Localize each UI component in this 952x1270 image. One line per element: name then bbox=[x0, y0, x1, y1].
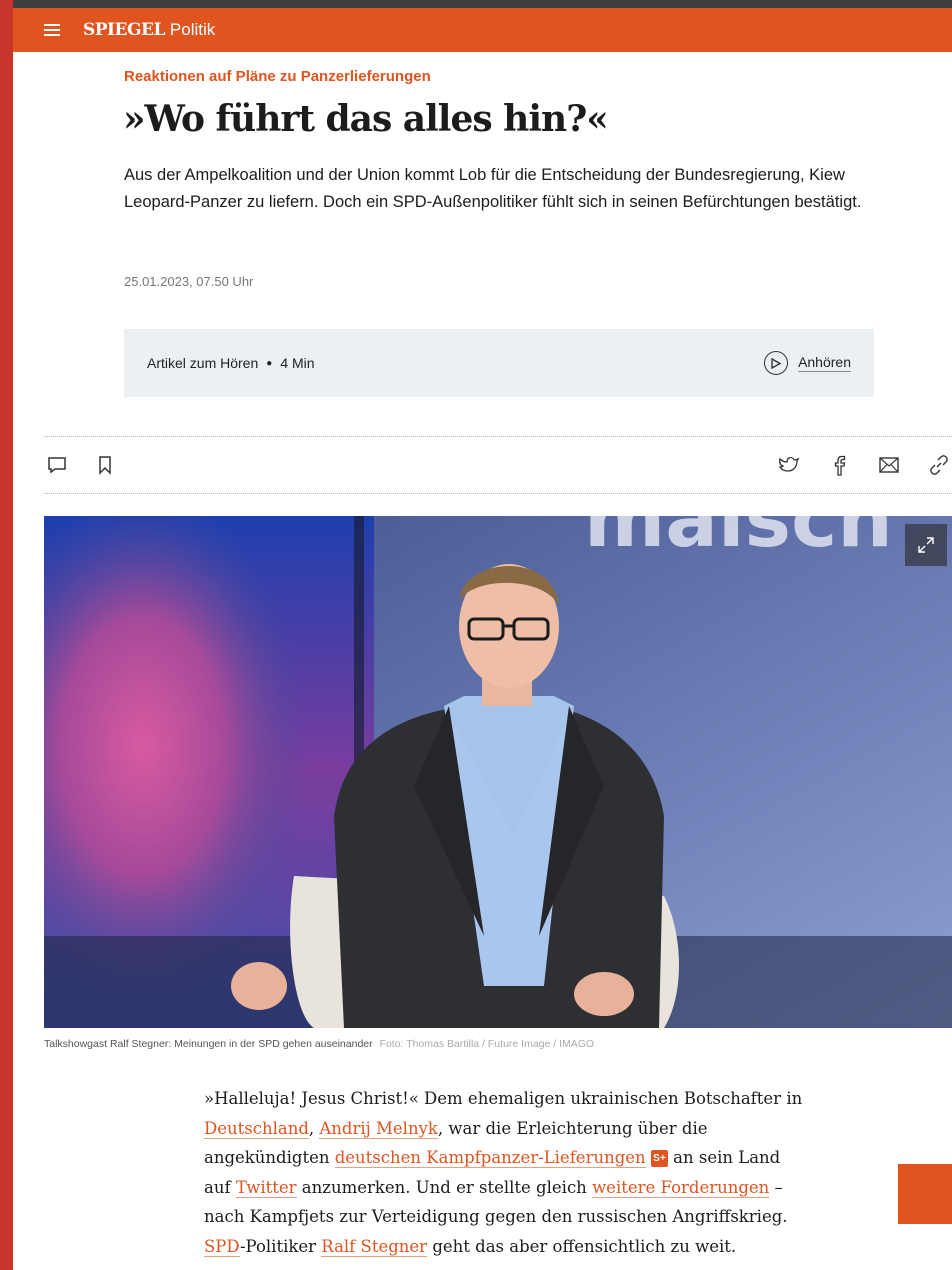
caption-text: Talkshowgast Ralf Stegner: Meinungen in … bbox=[44, 1038, 373, 1050]
body-text-5: anzumerken. Und er stellte gleich bbox=[296, 1177, 593, 1197]
photo-credit: Foto: Thomas Bartilla / Future Image / I… bbox=[379, 1038, 595, 1050]
link-twitter[interactable]: Twitter bbox=[235, 1177, 297, 1198]
article-body: »Halleluja! Jesus Christ!« Dem ehemalige… bbox=[204, 1084, 804, 1261]
mail-icon[interactable] bbox=[876, 452, 902, 478]
window-left-border bbox=[0, 0, 13, 1270]
article-page: Reaktionen auf Pläne zu Panzerlieferunge… bbox=[13, 52, 952, 1270]
top-navigation-bar: SPIEGEL Politik bbox=[13, 8, 952, 52]
expand-icon[interactable] bbox=[905, 524, 947, 566]
link-kampfpanzer-lieferungen[interactable]: deutschen Kampfpanzer-Lieferungen bbox=[334, 1148, 646, 1168]
spiegel-plus-badge: S+ bbox=[650, 1150, 668, 1167]
body-text-1: »Halleluja! Jesus Christ!« Dem ehemalige… bbox=[204, 1089, 803, 1108]
listen-label: Anhören bbox=[798, 354, 851, 372]
audio-duration: 4 Min bbox=[280, 355, 315, 371]
divider-bottom bbox=[44, 493, 952, 494]
link-andrij-melnyk[interactable]: Andrij Melnyk bbox=[319, 1118, 438, 1139]
photo-caption: Talkshowgast Ralf Stegner: Meinungen in … bbox=[44, 1038, 594, 1050]
listen-button[interactable]: Anhören bbox=[764, 351, 851, 375]
article-toolbar bbox=[44, 450, 952, 480]
article-date: 25.01.2023, 07.50 Uhr bbox=[124, 274, 254, 289]
article-teaser: Aus der Ampelkoalition und der Union kom… bbox=[124, 166, 862, 211]
bookmark-icon[interactable] bbox=[92, 452, 118, 478]
link-icon[interactable] bbox=[926, 452, 952, 478]
body-text-2: , bbox=[308, 1118, 320, 1138]
link-weitere-forderungen[interactable]: weitere Forderungen bbox=[592, 1177, 770, 1198]
facebook-icon[interactable] bbox=[826, 452, 852, 478]
twitter-icon[interactable] bbox=[776, 452, 802, 478]
studio-backdrop-text: maisch bbox=[584, 516, 893, 565]
link-deutschland[interactable]: Deutschland bbox=[204, 1118, 309, 1139]
audio-player: Artikel zum Hören ● 4 Min Anhören bbox=[124, 329, 874, 397]
body-text-7: -Politiker bbox=[239, 1236, 322, 1256]
comment-icon[interactable] bbox=[44, 452, 70, 478]
photo-illustration: maisch bbox=[44, 516, 952, 1028]
body-text-8: geht das aber offensichtlich zu weit. bbox=[427, 1236, 737, 1256]
article-photo[interactable]: maisch bbox=[44, 516, 952, 1028]
divider-top bbox=[44, 436, 952, 437]
brand-logo[interactable]: SPIEGEL bbox=[83, 20, 165, 40]
menu-icon[interactable] bbox=[44, 24, 62, 36]
play-icon bbox=[764, 351, 789, 375]
link-spd[interactable]: SPD bbox=[204, 1236, 240, 1257]
article-headline: »Wo führt das alles hin?« bbox=[123, 98, 609, 140]
article-kicker: Reaktionen auf Pläne zu Panzerlieferunge… bbox=[124, 68, 431, 85]
section-link[interactable]: Politik bbox=[170, 20, 215, 40]
separator-dot: ● bbox=[266, 357, 273, 369]
link-ralf-stegner[interactable]: Ralf Stegner bbox=[321, 1236, 428, 1257]
floating-action-tab[interactable] bbox=[898, 1164, 952, 1224]
audio-info: Artikel zum Hören ● 4 Min bbox=[147, 355, 315, 371]
audio-label: Artikel zum Hören bbox=[147, 355, 259, 371]
